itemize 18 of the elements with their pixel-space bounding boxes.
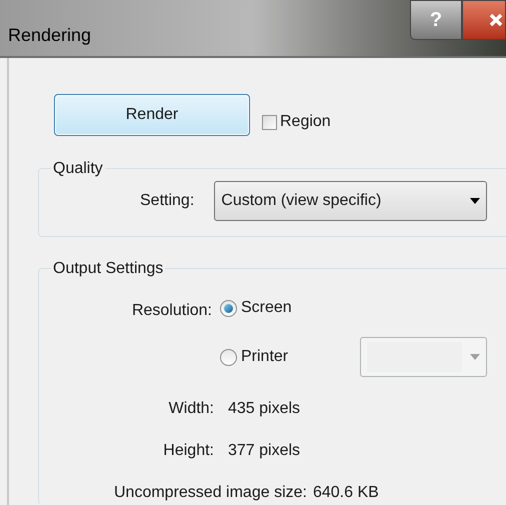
resolution-label: Resolution: (132, 301, 212, 321)
window-title: Rendering (8, 24, 92, 47)
render-button[interactable]: Render (54, 94, 250, 136)
resolution-radio[interactable]: Printer (220, 344, 288, 370)
quality-dropdown[interactable]: Custom (view specific) (214, 181, 488, 221)
info-label: Height: (163, 441, 214, 461)
info-value: 435 pixels (228, 399, 300, 419)
setting-label: Setting: (140, 191, 194, 211)
close-icon (489, 13, 503, 27)
dropdown-arrow-icon (470, 198, 480, 204)
info-value: 377 pixels (228, 441, 300, 461)
image-size-value: 640.6 KB (312, 483, 379, 503)
resolution-radio[interactable]: Screen (220, 295, 292, 321)
info-label: Width: (168, 399, 214, 419)
dropdown-arrow-icon (470, 354, 480, 360)
image-size-label: Uncompressed image size: (114, 483, 307, 503)
close-button[interactable] (462, 0, 506, 40)
region-checkbox[interactable]: Region (262, 110, 331, 134)
